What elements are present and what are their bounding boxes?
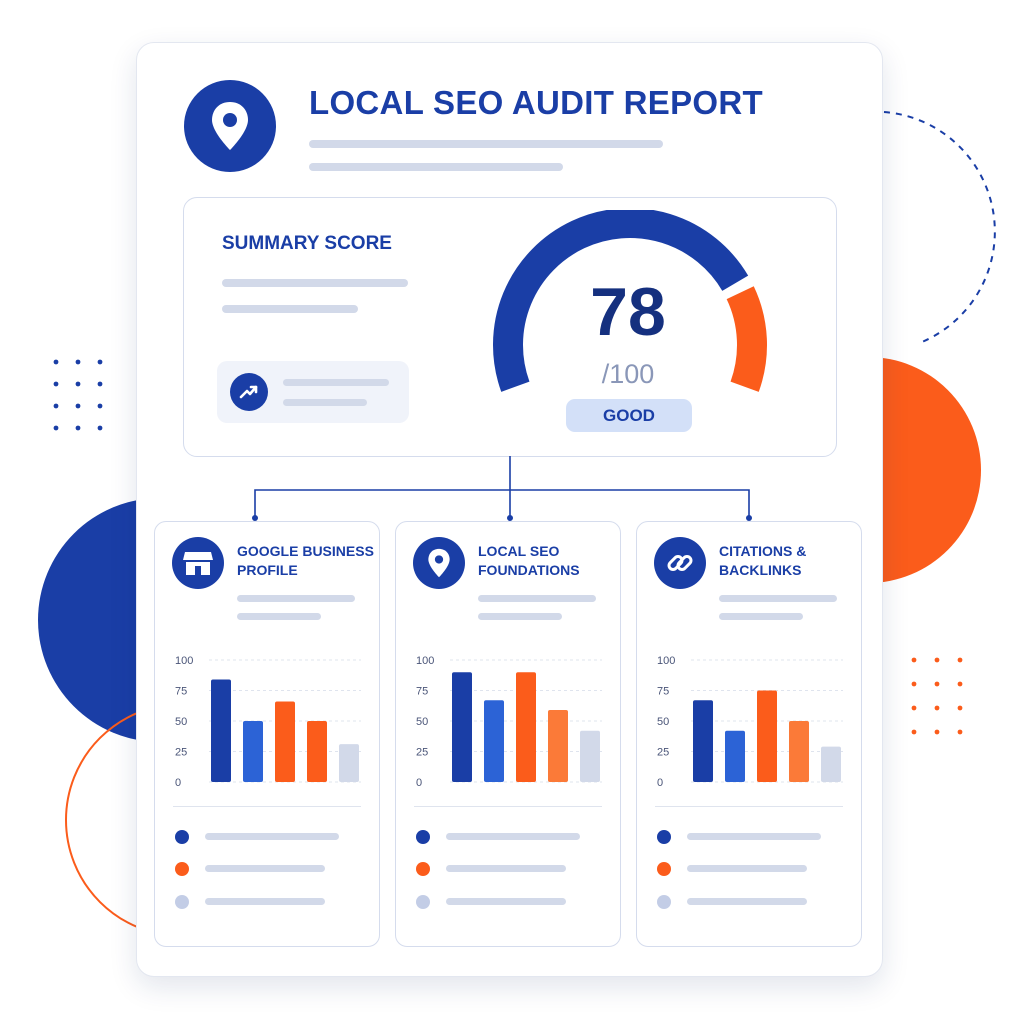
storefront-icon bbox=[172, 537, 224, 589]
legend-dot bbox=[175, 830, 189, 844]
panel-placeholder-line bbox=[719, 613, 803, 620]
y-tick-label: 100 bbox=[657, 655, 675, 667]
y-tick-label: 0 bbox=[175, 777, 181, 789]
y-tick-label: 0 bbox=[657, 777, 663, 789]
legend-placeholder-line bbox=[205, 865, 325, 872]
panel-placeholder-line bbox=[237, 613, 321, 620]
panel-placeholder-line bbox=[719, 595, 837, 602]
location-pin-icon bbox=[413, 537, 465, 589]
bar bbox=[516, 672, 536, 782]
bar bbox=[211, 679, 231, 782]
panel-divider bbox=[655, 806, 843, 807]
bar bbox=[452, 672, 472, 782]
bar-chart: 100 75 50 25 0 bbox=[175, 655, 361, 789]
bar bbox=[275, 701, 295, 782]
y-tick-label: 0 bbox=[416, 777, 422, 789]
bar bbox=[484, 700, 504, 782]
y-tick-label: 75 bbox=[416, 686, 428, 698]
link-icon bbox=[654, 537, 706, 589]
y-tick-label: 100 bbox=[416, 655, 434, 667]
bar-chart: 100 75 50 25 0 bbox=[657, 655, 843, 789]
legend-dot bbox=[416, 895, 430, 909]
panel-title: CITATIONS & BACKLINKS bbox=[719, 543, 807, 578]
legend-dot bbox=[175, 862, 189, 876]
y-tick-label: 50 bbox=[416, 716, 428, 728]
bar bbox=[307, 721, 327, 782]
panel-divider bbox=[414, 806, 602, 807]
legend-placeholder-line bbox=[446, 833, 580, 840]
panel-citations-backlinks: CITATIONS & BACKLINKS 100 75 50 25 0 bbox=[636, 521, 862, 947]
y-tick-label: 50 bbox=[175, 716, 187, 728]
bar bbox=[757, 690, 777, 782]
panel-divider bbox=[173, 806, 361, 807]
legend-dot bbox=[657, 862, 671, 876]
legend-placeholder-line bbox=[687, 833, 821, 840]
bar bbox=[580, 730, 600, 782]
bar bbox=[821, 746, 841, 782]
panel-title: LOCAL SEO FOUNDATIONS bbox=[478, 543, 580, 578]
bar bbox=[243, 721, 263, 782]
legend-dot bbox=[416, 862, 430, 876]
legend-dot bbox=[657, 895, 671, 909]
y-tick-label: 75 bbox=[175, 686, 187, 698]
bar bbox=[693, 700, 713, 782]
bar bbox=[725, 730, 745, 782]
bar bbox=[789, 721, 809, 782]
y-tick-label: 50 bbox=[657, 716, 669, 728]
legend-placeholder-line bbox=[446, 865, 566, 872]
legend-dot bbox=[657, 830, 671, 844]
panel-placeholder-line bbox=[478, 613, 562, 620]
panel-placeholder-line bbox=[237, 595, 355, 602]
legend-dot bbox=[175, 895, 189, 909]
y-tick-label: 100 bbox=[175, 655, 193, 667]
bar-chart: 100 75 50 25 0 bbox=[416, 655, 602, 789]
panel-placeholder-line bbox=[478, 595, 596, 602]
panel-title: GOOGLE BUSINESS PROFILE bbox=[237, 543, 374, 578]
legend-placeholder-line bbox=[446, 898, 566, 905]
legend-placeholder-line bbox=[687, 898, 807, 905]
legend-placeholder-line bbox=[205, 898, 325, 905]
y-tick-label: 75 bbox=[657, 686, 669, 698]
legend-dot bbox=[416, 830, 430, 844]
y-tick-label: 25 bbox=[175, 747, 187, 759]
legend-placeholder-line bbox=[205, 833, 339, 840]
panel-local-seo-foundations: LOCAL SEO FOUNDATIONS 100 75 50 25 0 bbox=[395, 521, 621, 947]
bar bbox=[548, 710, 568, 782]
y-tick-label: 25 bbox=[657, 747, 669, 759]
y-tick-label: 25 bbox=[416, 747, 428, 759]
panel-google-business-profile: GOOGLE BUSINESS PROFILE 100 75 50 25 0 bbox=[154, 521, 380, 947]
bar bbox=[339, 744, 359, 782]
legend-placeholder-line bbox=[687, 865, 807, 872]
